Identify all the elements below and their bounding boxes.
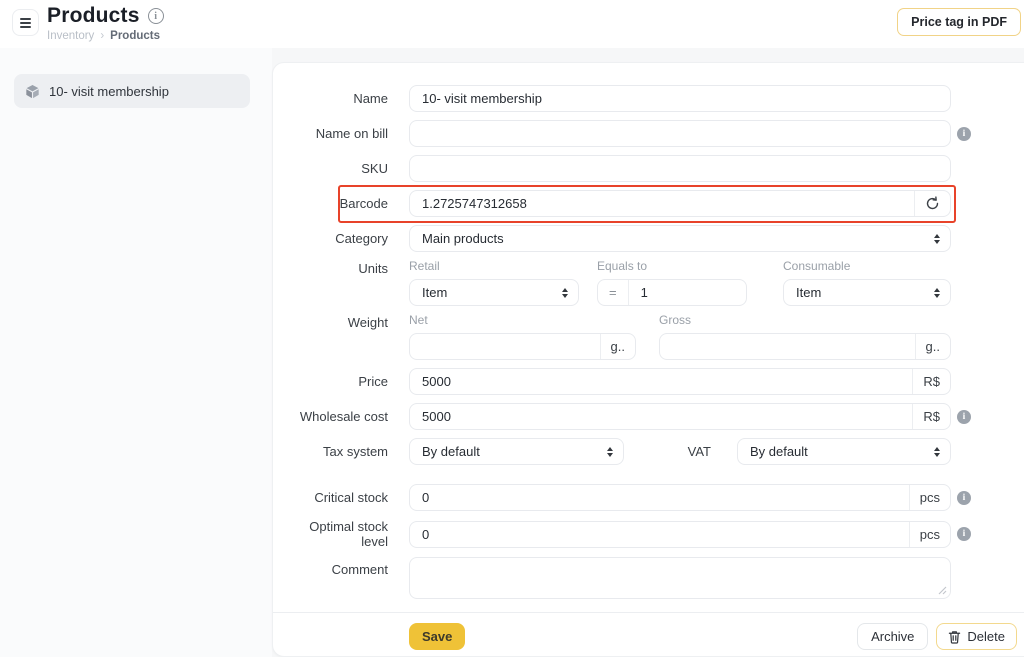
- tax-row: Tax system By default VAT By default: [289, 438, 951, 465]
- price-label: Price: [289, 374, 388, 389]
- archive-button[interactable]: Archive: [857, 623, 928, 650]
- equals-to-sublabel: Equals to: [597, 260, 747, 272]
- breadcrumb: Inventory › Products: [47, 30, 160, 42]
- weight-label: Weight: [289, 314, 388, 330]
- select-arrows-icon: [934, 288, 940, 298]
- net-weight-unit: g..: [600, 334, 635, 359]
- critical-stock-input[interactable]: [410, 485, 909, 510]
- critical-stock-unit: pcs: [909, 485, 950, 510]
- critical-stock-row: Critical stock pcs i: [289, 484, 951, 511]
- retail-unit-value: Item: [422, 285, 447, 300]
- equals-to-input[interactable]: [629, 280, 746, 305]
- category-row: Category Main products: [289, 225, 951, 252]
- trash-icon: [948, 630, 961, 644]
- package-icon: [25, 84, 40, 99]
- price-row: Price R$: [289, 368, 951, 395]
- consumable-unit-value: Item: [796, 285, 821, 300]
- breadcrumb-inventory[interactable]: Inventory: [47, 30, 94, 42]
- product-form-card: Name Name on bill i SKU Barcode: [272, 62, 1024, 657]
- wholesale-cost-currency: R$: [912, 404, 950, 429]
- net-sublabel: Net: [409, 314, 636, 326]
- form-footer: Save Archive Delete: [289, 623, 1017, 650]
- sku-row: SKU: [289, 155, 951, 182]
- units-label: Units: [289, 260, 388, 276]
- title-info-icon[interactable]: i: [148, 8, 164, 24]
- product-item-label: 10- visit membership: [49, 84, 169, 99]
- hamburger-menu-button[interactable]: [12, 9, 39, 36]
- weight-row: Weight Net g.. Gross g..: [289, 314, 951, 360]
- comment-textarea[interactable]: [409, 557, 951, 599]
- name-on-bill-info-icon[interactable]: i: [957, 127, 971, 141]
- tax-system-value: By default: [422, 444, 480, 459]
- optimal-stock-input[interactable]: [410, 522, 909, 547]
- vat-select[interactable]: By default: [737, 438, 951, 465]
- name-label: Name: [289, 91, 388, 106]
- page-title: Products: [47, 4, 140, 28]
- sku-input[interactable]: [410, 156, 950, 181]
- wholesale-cost-info-icon[interactable]: i: [957, 410, 971, 424]
- gross-weight-input[interactable]: [660, 334, 915, 359]
- name-on-bill-input[interactable]: [410, 121, 950, 146]
- consumable-unit-select[interactable]: Item: [783, 279, 951, 306]
- equals-sign: =: [598, 280, 629, 305]
- save-button[interactable]: Save: [409, 623, 465, 650]
- product-list-sidebar: 10- visit membership: [0, 48, 272, 657]
- wholesale-cost-label: Wholesale cost: [289, 409, 388, 424]
- gross-sublabel: Gross: [659, 314, 951, 326]
- category-select[interactable]: Main products: [409, 225, 951, 252]
- refresh-icon: [925, 196, 940, 211]
- price-input[interactable]: [410, 369, 912, 394]
- optimal-stock-unit: pcs: [909, 522, 950, 547]
- optimal-stock-info-icon[interactable]: i: [957, 527, 971, 541]
- category-value: Main products: [422, 231, 504, 246]
- barcode-input[interactable]: [410, 191, 914, 216]
- optimal-stock-label: Optimal stock level: [289, 519, 388, 549]
- critical-stock-label: Critical stock: [289, 490, 388, 505]
- name-on-bill-label: Name on bill: [289, 126, 388, 141]
- wholesale-cost-row: Wholesale cost R$ i: [289, 403, 951, 430]
- select-arrows-icon: [607, 447, 613, 457]
- tax-system-select[interactable]: By default: [409, 438, 624, 465]
- footer-divider: [273, 612, 1024, 613]
- breadcrumb-products[interactable]: Products: [110, 30, 160, 42]
- price-currency: R$: [912, 369, 950, 394]
- barcode-regenerate-button[interactable]: [914, 191, 950, 216]
- barcode-row: Barcode: [289, 190, 951, 217]
- retail-sublabel: Retail: [409, 260, 579, 272]
- net-weight-input[interactable]: [410, 334, 600, 359]
- comment-row: Comment: [289, 557, 951, 599]
- optimal-stock-row: Optimal stock level pcs i: [289, 519, 951, 549]
- name-input[interactable]: [410, 86, 950, 111]
- consumable-sublabel: Consumable: [783, 260, 951, 272]
- comment-label: Comment: [289, 557, 388, 577]
- name-on-bill-row: Name on bill i: [289, 120, 951, 147]
- units-row: Units Retail Item Equals to = Consumable: [289, 260, 951, 306]
- select-arrows-icon: [562, 288, 568, 298]
- barcode-label: Barcode: [289, 196, 388, 211]
- wholesale-cost-input[interactable]: [410, 404, 912, 429]
- select-arrows-icon: [934, 447, 940, 457]
- name-row: Name: [289, 85, 951, 112]
- delete-button-label: Delete: [967, 629, 1005, 644]
- breadcrumb-separator-icon: ›: [100, 30, 104, 42]
- tax-system-label: Tax system: [289, 444, 388, 459]
- vat-label: VAT: [668, 444, 711, 459]
- critical-stock-info-icon[interactable]: i: [957, 491, 971, 505]
- vat-value: By default: [750, 444, 808, 459]
- header: Products i Inventory › Products Price ta…: [0, 0, 1024, 48]
- sku-label: SKU: [289, 161, 388, 176]
- category-label: Category: [289, 231, 388, 246]
- retail-unit-select[interactable]: Item: [409, 279, 579, 306]
- gross-weight-unit: g..: [915, 334, 950, 359]
- price-tag-pdf-button[interactable]: Price tag in PDF: [897, 8, 1021, 36]
- product-list-item[interactable]: 10- visit membership: [14, 74, 250, 108]
- delete-button[interactable]: Delete: [936, 623, 1017, 650]
- select-arrows-icon: [934, 234, 940, 244]
